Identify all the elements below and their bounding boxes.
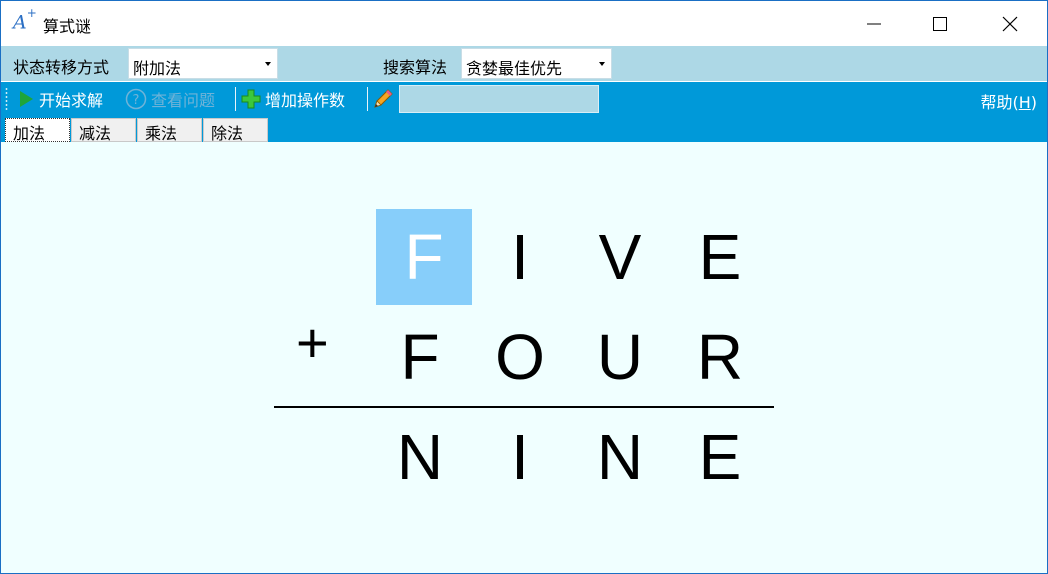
dropdown-arrow-icon <box>599 62 605 66</box>
transfer-method-label: 状态转移方式 <box>13 58 110 77</box>
tab-subtraction[interactable]: 减法 <box>71 118 136 143</box>
letter-cell[interactable]: R <box>672 309 768 405</box>
app-icon-letter: A <box>13 11 27 34</box>
start-solve-label: 开始求解 <box>39 91 104 110</box>
add-operand-label: 增加操作数 <box>265 91 346 110</box>
maximize-button[interactable] <box>909 1 971 46</box>
puzzle-canvas[interactable]: F I V E + F O U R N I N E <box>1 142 1047 573</box>
letter-cell[interactable]: U <box>572 309 668 405</box>
view-problem-label: 查看问题 <box>151 91 216 110</box>
help-menu-hotkey: H <box>1018 93 1031 112</box>
sum-line <box>274 406 774 408</box>
maximize-icon <box>933 16 947 31</box>
result-letter-cell[interactable]: N <box>572 409 668 505</box>
toolbar-separator <box>367 87 368 111</box>
help-menu-label: 帮助( <box>980 93 1019 112</box>
operator-sign: + <box>296 311 329 374</box>
plus-icon <box>241 89 261 109</box>
transfer-method-value: 附加法 <box>133 59 182 78</box>
tab-multiplication[interactable]: 乘法 <box>137 118 202 143</box>
help-menu[interactable]: 帮助(H) <box>980 89 1037 113</box>
toolbar-separator <box>235 87 236 111</box>
play-icon <box>20 91 33 107</box>
window-title: 算式谜 <box>43 17 92 36</box>
add-operand-button[interactable]: 增加操作数 <box>241 86 345 112</box>
search-algorithm-label: 搜索算法 <box>383 58 448 77</box>
help-menu-close: ) <box>1030 93 1037 112</box>
operand-input[interactable] <box>399 85 599 113</box>
app-icon-plus: + <box>26 6 37 20</box>
toolbar-grip-handle[interactable] <box>5 87 8 111</box>
search-algorithm-value: 贪婪最佳优先 <box>466 59 563 78</box>
operation-tabs: 加法 减法 乘法 除法 <box>1 116 1047 143</box>
minimize-button[interactable] <box>843 1 905 46</box>
title-bar[interactable]: A+ 算式谜 <box>1 1 1047 46</box>
app-icon: A+ <box>13 6 37 34</box>
minimize-icon <box>867 23 881 24</box>
pencil-icon <box>374 89 393 108</box>
result-letter-cell[interactable]: N <box>372 409 468 505</box>
letter-cell[interactable]: F <box>376 209 472 305</box>
letter-cell[interactable]: F <box>372 309 468 405</box>
close-icon <box>1002 16 1018 31</box>
close-button[interactable] <box>979 1 1041 46</box>
start-solve-button[interactable]: 开始求解 <box>17 86 103 112</box>
tab-division[interactable]: 除法 <box>203 118 268 143</box>
transfer-method-select[interactable]: 附加法 <box>128 48 278 79</box>
letter-cell[interactable]: O <box>472 309 568 405</box>
edit-button[interactable] <box>371 86 395 112</box>
app-window: A+ 算式谜 状态转移方式 附加法 搜索算法 贪婪最佳优先 开始求解 ? 查看问… <box>0 0 1048 574</box>
result-letter-cell[interactable]: I <box>472 409 568 505</box>
svg-text:?: ? <box>133 93 140 108</box>
view-problem-button[interactable]: ? 查看问题 <box>125 86 215 112</box>
result-letter-cell[interactable]: E <box>672 409 768 505</box>
options-bar: 状态转移方式 附加法 搜索算法 贪婪最佳优先 <box>1 46 1047 81</box>
toolbar: 开始求解 ? 查看问题 增加操作数 帮助(H) <box>1 82 1047 116</box>
letter-cell[interactable]: V <box>572 209 668 305</box>
search-algorithm-select[interactable]: 贪婪最佳优先 <box>461 48 612 79</box>
letter-cell[interactable]: E <box>672 209 768 305</box>
tab-addition[interactable]: 加法 <box>5 118 70 143</box>
letter-cell[interactable]: I <box>472 209 568 305</box>
dropdown-arrow-icon <box>265 62 271 66</box>
help-circle-icon: ? <box>125 88 147 110</box>
